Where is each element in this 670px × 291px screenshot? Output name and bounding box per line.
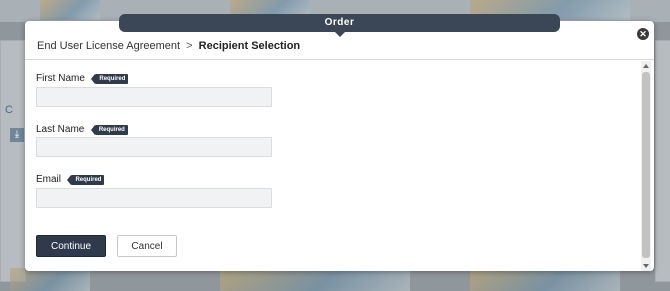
required-badge: Required [91, 73, 129, 84]
header-divider [25, 59, 654, 60]
background-thumbnail [220, 270, 410, 291]
email-label-row: Email Required [36, 171, 105, 189]
last-name-label: Last Name [36, 124, 85, 136]
scroll-down-icon[interactable] [643, 264, 649, 268]
close-icon[interactable]: ✕ [637, 28, 649, 40]
background-right-edge [655, 40, 670, 282]
scrollbar-thumb[interactable] [642, 72, 650, 258]
breadcrumb-separator: > [186, 40, 193, 52]
scroll-up-icon[interactable] [643, 64, 649, 68]
breadcrumb-eula-link[interactable]: End User License Agreement [37, 40, 180, 52]
last-name-input[interactable] [36, 137, 272, 157]
first-name-label: First Name [36, 73, 85, 85]
modal-title: Order [119, 14, 560, 37]
breadcrumb-current: Recipient Selection [198, 40, 301, 52]
required-badge: Required [90, 124, 128, 135]
title-caret [334, 32, 345, 37]
email-input[interactable] [36, 188, 272, 208]
background-sidebar [0, 40, 26, 282]
order-modal: End User License Agreement > Recipient S… [25, 21, 654, 271]
modal-title-text: Order [324, 17, 355, 28]
background-link: C [5, 104, 13, 116]
first-name-label-row: First Name Required [36, 70, 129, 88]
background-thumbnail [470, 270, 620, 291]
cancel-button[interactable]: Cancel [117, 235, 177, 257]
continue-button[interactable]: Continue [36, 235, 106, 257]
first-name-input[interactable] [36, 87, 272, 107]
background-thumbnail [10, 268, 90, 291]
breadcrumb: End User License Agreement > Recipient S… [37, 40, 300, 52]
background-download-icon: ⤓ [10, 128, 24, 142]
background-thumbnail [40, 0, 100, 20]
required-badge: Required [67, 174, 105, 185]
vertical-scrollbar[interactable] [641, 61, 651, 271]
email-label: Email [36, 174, 62, 186]
